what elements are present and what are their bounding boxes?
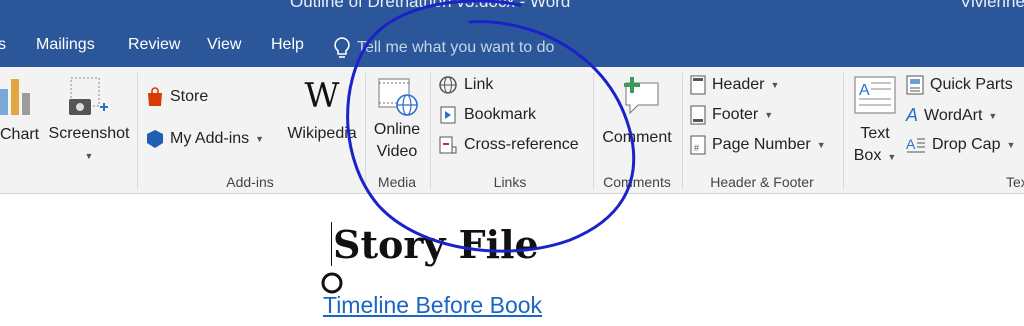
tab-help[interactable]: Help	[271, 36, 304, 54]
link-label: Link	[464, 76, 494, 93]
screenshot-caret[interactable]: ▼	[45, 145, 133, 167]
chart-icon	[0, 79, 30, 115]
quick-parts-label: Quick Parts	[930, 76, 1013, 93]
svg-text:#: #	[694, 143, 699, 153]
tell-me-search[interactable]: Tell me what you want to do	[333, 37, 554, 59]
separator	[843, 73, 844, 189]
my-addins-label: My Add-ins	[170, 130, 250, 147]
page-number-caret[interactable]: ▼	[817, 140, 826, 150]
text-box-caret[interactable]: ▼	[887, 152, 896, 162]
cross-reference-label: Cross-reference	[464, 136, 579, 153]
my-addins-button[interactable]: My Add-ins ▼	[146, 129, 264, 149]
text-box-button[interactable]: A Text Box ▼	[848, 75, 902, 168]
footer-button[interactable]: Footer ▼	[690, 105, 773, 125]
header-caret[interactable]: ▼	[770, 80, 779, 90]
document-heading[interactable]: Story File	[333, 222, 539, 267]
tell-me-placeholder: Tell me what you want to do	[357, 39, 555, 56]
document-link[interactable]: Timeline Before Book	[323, 292, 542, 319]
cross-reference-button[interactable]: Cross-reference	[438, 135, 579, 155]
footer-caret[interactable]: ▼	[764, 110, 773, 120]
quick-parts-button[interactable]: Quick Parts	[906, 75, 1013, 95]
bookmark-label: Bookmark	[464, 106, 537, 123]
screenshot-button[interactable]: Screenshot ▼	[45, 77, 133, 167]
footer-icon	[690, 105, 706, 125]
links-group-label: Links	[493, 174, 527, 190]
footer-label: Footer	[712, 106, 759, 123]
quick-parts-icon	[906, 75, 924, 95]
addins-icon	[146, 129, 164, 149]
user-name[interactable]: Vivienne	[960, 0, 1024, 12]
bookmark-button[interactable]: Bookmark	[438, 105, 536, 125]
drop-cap-label: Drop Cap	[932, 136, 1001, 153]
lightbulb-icon	[334, 37, 350, 58]
text-box-label-2-row: Box ▼	[848, 145, 902, 168]
comment-label: Comment	[602, 129, 672, 146]
online-video-icon	[378, 78, 418, 116]
title-bar: Outline of Drethathon v3.docx - Word Viv…	[0, 0, 1024, 67]
link-icon	[438, 75, 458, 95]
window-title: Outline of Drethathon v3.docx - Word	[290, 0, 571, 11]
comment-icon	[624, 77, 659, 115]
separator	[682, 73, 683, 189]
svg-text:A: A	[906, 136, 916, 152]
tab-insert[interactable]: s	[0, 36, 6, 54]
page-number-button[interactable]: # Page Number ▼	[690, 135, 826, 155]
online-video-label-2: Video	[376, 143, 418, 160]
page-number-icon: #	[690, 135, 706, 155]
wikipedia-icon: W	[304, 76, 340, 116]
drop-cap-button[interactable]: A Drop Cap ▼	[906, 135, 1015, 155]
wordart-label: WordArt	[924, 106, 983, 124]
media-group-label: Media	[377, 174, 417, 190]
chart-button[interactable]: Chart	[0, 77, 40, 146]
text-box-label-1: Text	[860, 125, 890, 142]
link-button[interactable]: Link	[438, 75, 493, 95]
comments-group-label: Comments	[603, 174, 671, 190]
separator	[137, 73, 138, 189]
addins-group-label: Add-ins	[226, 174, 274, 190]
drop-cap-caret[interactable]: ▼	[1006, 140, 1015, 150]
separator	[430, 73, 431, 189]
header-footer-group-label: Header & Footer	[710, 174, 814, 190]
my-addins-caret[interactable]: ▼	[255, 134, 264, 144]
wordart-button[interactable]: A WordArt ▼	[906, 105, 997, 126]
tab-review[interactable]: Review	[128, 36, 180, 54]
comment-button[interactable]: Comment	[595, 75, 679, 149]
header-icon	[690, 75, 706, 95]
tab-mailings[interactable]: Mailings	[36, 36, 95, 54]
online-video-label-1: Online	[373, 121, 421, 138]
store-label: Store	[170, 88, 209, 105]
tab-view[interactable]: View	[207, 36, 241, 54]
text-box-icon: A	[854, 76, 896, 114]
cross-reference-icon	[438, 135, 458, 155]
wikipedia-label: Wikipedia	[287, 125, 357, 142]
wordart-icon: A	[906, 105, 919, 125]
wikipedia-button[interactable]: W Wikipedia	[282, 77, 362, 145]
page-number-label: Page Number	[712, 136, 811, 153]
screenshot-label: Screenshot	[48, 125, 130, 142]
separator	[365, 73, 366, 189]
svg-text:A: A	[859, 82, 870, 99]
store-icon	[146, 87, 164, 107]
header-label: Header	[712, 76, 765, 93]
store-button[interactable]: Store	[146, 87, 208, 107]
wordart-caret[interactable]: ▼	[988, 111, 997, 121]
separator	[593, 73, 594, 189]
text-group-label: Tex	[1006, 174, 1024, 190]
text-box-label-2: Box	[853, 147, 882, 164]
header-button[interactable]: Header ▼	[690, 75, 779, 95]
screenshot-icon	[69, 77, 108, 115]
document-area[interactable]: Story File Timeline Before Book	[0, 194, 1024, 326]
ribbon: Chart Screenshot ▼ Store My Add-ins ▼ W …	[0, 67, 1024, 194]
drop-cap-icon: A	[906, 135, 926, 155]
bookmark-icon	[438, 105, 458, 125]
chart-label: Chart	[0, 126, 40, 143]
text-cursor	[331, 222, 332, 266]
online-video-button[interactable]: Online Video	[367, 75, 427, 163]
